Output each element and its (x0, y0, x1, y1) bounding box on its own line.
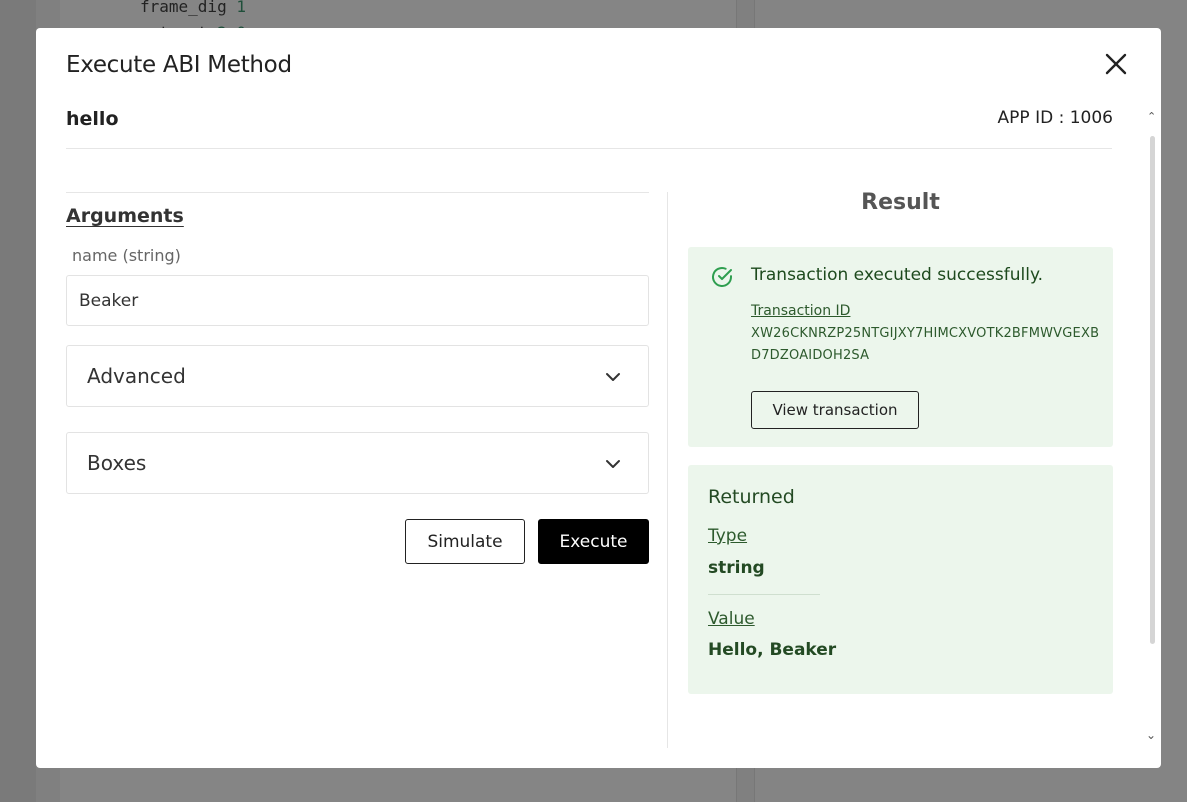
advanced-accordion[interactable]: Advanced (66, 345, 649, 407)
simulate-button[interactable]: Simulate (405, 519, 525, 564)
header-divider (66, 148, 1112, 149)
name-field-label: name (string) (72, 246, 181, 265)
advanced-accordion-label: Advanced (87, 364, 186, 388)
execute-button[interactable]: Execute (538, 519, 649, 564)
scrollbar[interactable] (1150, 136, 1155, 644)
column-divider (667, 192, 668, 748)
background-code-line: frame_dig 1 (140, 0, 246, 16)
returned-title: Returned (708, 486, 795, 508)
name-input[interactable] (66, 275, 649, 326)
success-message: Transaction executed successfully. (751, 265, 1043, 285)
boxes-accordion-label: Boxes (87, 451, 147, 475)
scroll-up-arrow-icon[interactable]: ⌃ (1147, 110, 1156, 123)
arguments-heading: Arguments (66, 205, 184, 227)
transaction-id-value: XW26CKNRZP25NTGIJXY7HIMCXVOTK2BFMWVGEXBD… (751, 326, 1100, 363)
close-button[interactable] (1102, 50, 1130, 78)
method-name: hello (66, 108, 119, 130)
chevron-down-icon (606, 373, 620, 381)
returned-value-value: Hello, Beaker (708, 640, 837, 660)
result-heading: Result (861, 190, 940, 215)
modal-title: Execute ABI Method (66, 52, 292, 78)
transaction-id-label: Transaction ID (751, 303, 851, 319)
view-transaction-button[interactable]: View transaction (751, 391, 919, 429)
close-icon (1105, 53, 1127, 75)
returned-divider (708, 594, 820, 595)
check-circle-icon (712, 267, 732, 287)
returned-panel: Returned Type string Value Hello, Beaker (688, 465, 1113, 694)
returned-type-label: Type (708, 526, 748, 546)
chevron-down-icon (606, 460, 620, 468)
background-sidebar (0, 0, 36, 802)
arguments-divider (66, 192, 649, 193)
returned-value-label: Value (708, 609, 755, 629)
transaction-success-panel: Transaction executed successfully. Trans… (688, 247, 1113, 447)
execute-abi-modal: Execute ABI Method hello APP ID : 1006 ⌃… (36, 28, 1161, 768)
returned-type-value: string (708, 558, 765, 578)
app-id: APP ID : 1006 (997, 108, 1113, 128)
scroll-down-arrow-icon[interactable]: ⌄ (1146, 728, 1156, 742)
boxes-accordion[interactable]: Boxes (66, 432, 649, 494)
